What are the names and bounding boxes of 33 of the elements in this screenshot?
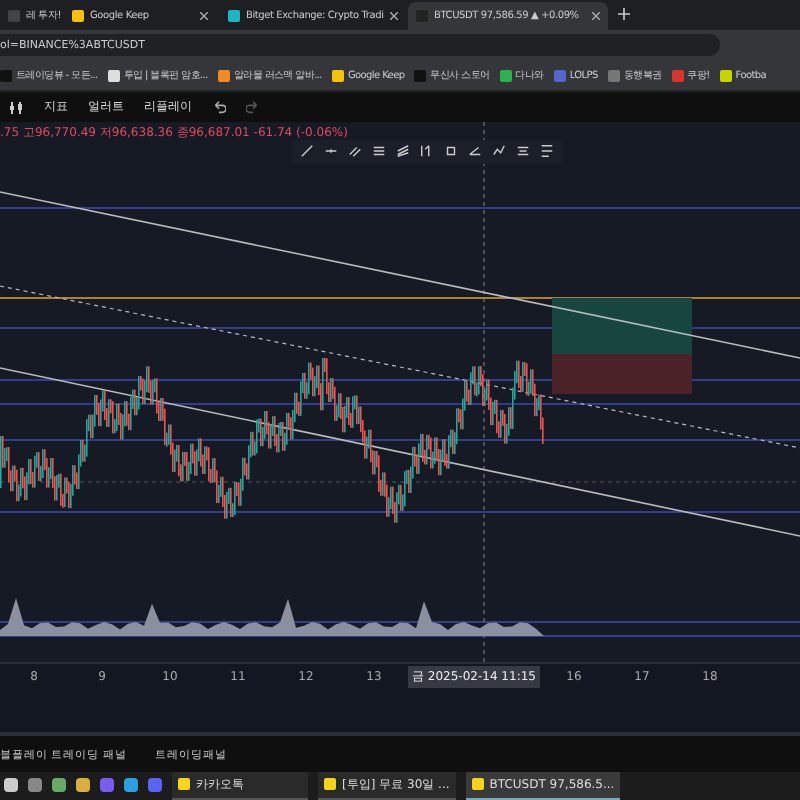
taskbar-app-icon[interactable] (52, 778, 66, 793)
horizontal-level-line[interactable] (0, 621, 800, 623)
redo-icon[interactable] (246, 100, 260, 115)
horizontal-level-line[interactable] (0, 297, 800, 299)
taskbar-app-icon[interactable] (4, 778, 18, 793)
taskbar-app-icon[interactable] (28, 778, 42, 793)
drawing-tool-icon[interactable] (300, 144, 314, 159)
drawing-tool-icon[interactable] (468, 144, 482, 159)
new-tab-icon[interactable] (618, 8, 630, 21)
close-icon[interactable] (200, 11, 208, 20)
drawing-tool-icon[interactable] (348, 144, 362, 159)
horizontal-level-line[interactable] (0, 511, 800, 513)
trend-line[interactable] (0, 191, 800, 359)
close-icon[interactable] (389, 11, 398, 20)
drawing-tool-icon[interactable] (324, 144, 338, 159)
horizontal-level-line[interactable] (0, 403, 800, 405)
taskbar-app-icon[interactable] (124, 778, 138, 793)
drawing-tool-icon[interactable] (492, 144, 506, 159)
horizontal-level-line[interactable] (0, 635, 800, 637)
close-icon[interactable] (592, 11, 600, 20)
undo-icon[interactable] (212, 100, 226, 115)
horizontal-level-line[interactable] (0, 439, 800, 441)
candles-icon[interactable] (8, 99, 24, 116)
drawing-tool-icon[interactable] (444, 144, 458, 159)
drawing-tool-icon[interactable] (540, 144, 554, 159)
taskbar-app-icon[interactable] (76, 778, 90, 793)
trend-line[interactable] (0, 285, 800, 449)
drawing-tool-icon[interactable] (420, 144, 434, 159)
drawing-tool-icon[interactable] (516, 144, 530, 159)
trend-line[interactable] (0, 367, 800, 537)
target-zone[interactable] (552, 297, 692, 354)
drawing-tool-icon[interactable] (372, 144, 386, 159)
drawing-tool-icon[interactable] (396, 144, 410, 159)
